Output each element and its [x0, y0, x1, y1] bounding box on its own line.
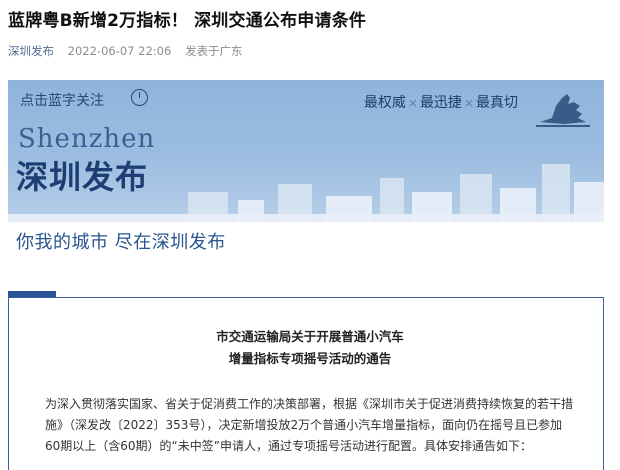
slogan-separator: × [407, 96, 418, 110]
article-title: 蓝牌粤B新增2万指标！ 深圳交通公布申请条件 [8, 11, 367, 31]
source-link[interactable]: 深圳发布 [8, 44, 54, 58]
slogan-separator: × [463, 96, 474, 110]
eagle-sculpture-icon [536, 94, 590, 127]
slogan-item: 最迅捷 [419, 95, 462, 111]
publish-date: 2022-06-07 22:06 [67, 44, 172, 58]
banner-tagline: 你我的城市 尽在深圳发布 [16, 232, 226, 253]
slogan-item: 最真切 [476, 95, 518, 111]
clock-icon [131, 89, 148, 106]
banner-city-cn: 深圳发布 [16, 158, 149, 196]
notice-paragraph: 为深入贯彻落实国家、省关于促消费工作的决策部署，根据《深圳市关于促进消费持续恢复… [45, 397, 574, 453]
article-meta: 深圳发布 2022-06-07 22:06 发表于广东 [8, 42, 242, 60]
notice-body: 为深入贯彻落实国家、省关于促消费工作的决策部署，根据《深圳市关于促进消费持续恢复… [45, 394, 575, 457]
slogan-item: 最权威 [363, 95, 406, 111]
banner-city-en: Shenzhen [18, 124, 156, 154]
follow-prompt[interactable]: 点击蓝字关注 [20, 90, 104, 110]
notice-title-line: 市交通运输局关于开展普通小汽车 [216, 329, 404, 344]
header-banner: 点击蓝字关注 最权威 × 最迅捷 × 最真切 Shenzhen 深圳发布 [8, 80, 604, 222]
banner-slogan: 最权威 × 最迅捷 × 最真切 [364, 92, 518, 112]
skyline-base [8, 214, 604, 222]
publish-location: 发表于广东 [184, 44, 243, 58]
notice-title-line: 增量指标专项摇号活动的通告 [228, 351, 392, 366]
